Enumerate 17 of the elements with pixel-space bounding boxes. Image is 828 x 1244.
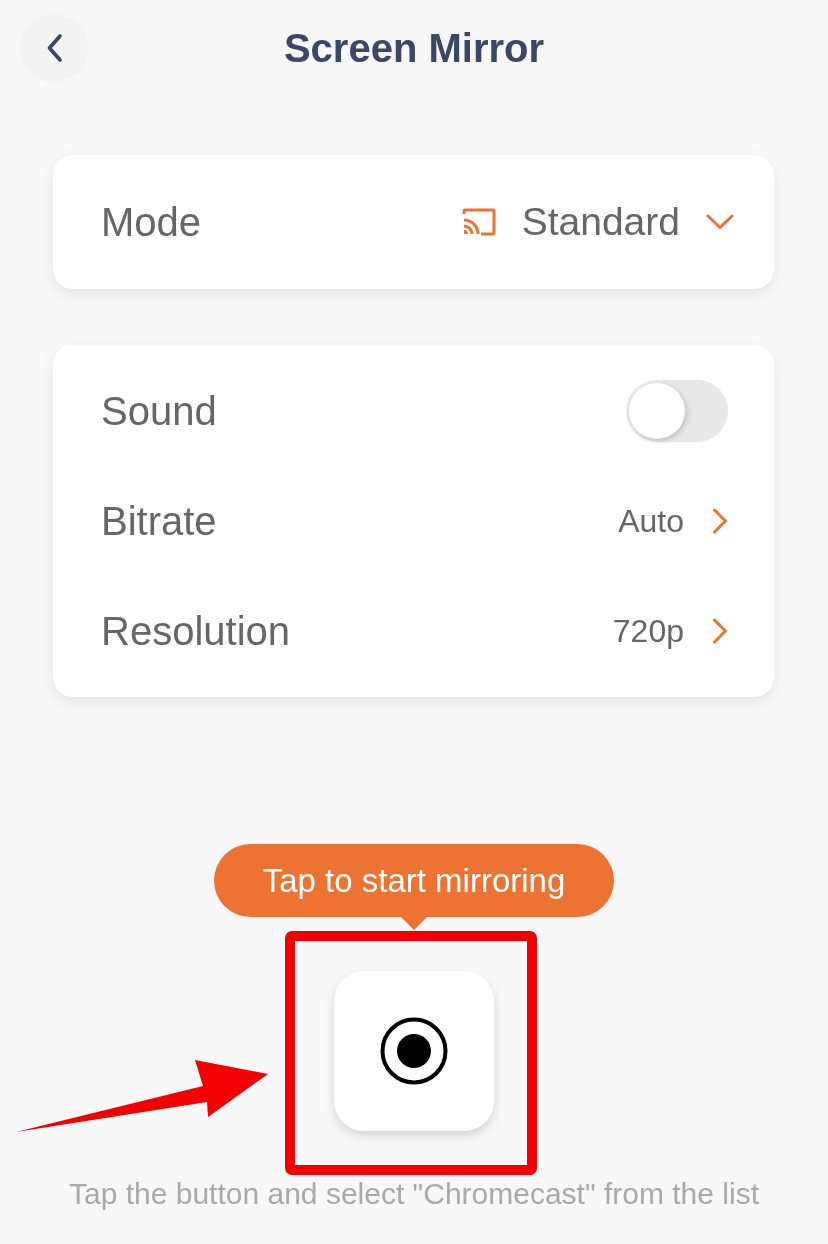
mode-label: Mode [101,199,202,246]
mode-dropdown[interactable]: Standard [461,192,734,252]
chevron-right-icon[interactable] [712,508,728,534]
record-icon [380,1017,448,1085]
tooltip: Tap to start mirroring [214,844,614,930]
chevron-left-icon [46,34,62,62]
setting-label: Resolution [101,608,290,655]
setting-value[interactable]: Auto [618,497,684,545]
instruction-text: Tap the button and select "Chromecast" from the list [69,1176,759,1212]
setting-label: Bitrate [101,498,217,545]
record-button[interactable] [334,971,494,1131]
chevron-down-icon [706,214,734,230]
setting-value[interactable]: 720p [612,607,684,655]
setting-label: Sound [101,388,217,435]
chevron-right-icon[interactable] [712,618,728,644]
page-title: Screen Mirror [282,25,546,72]
cast-icon [461,208,496,236]
